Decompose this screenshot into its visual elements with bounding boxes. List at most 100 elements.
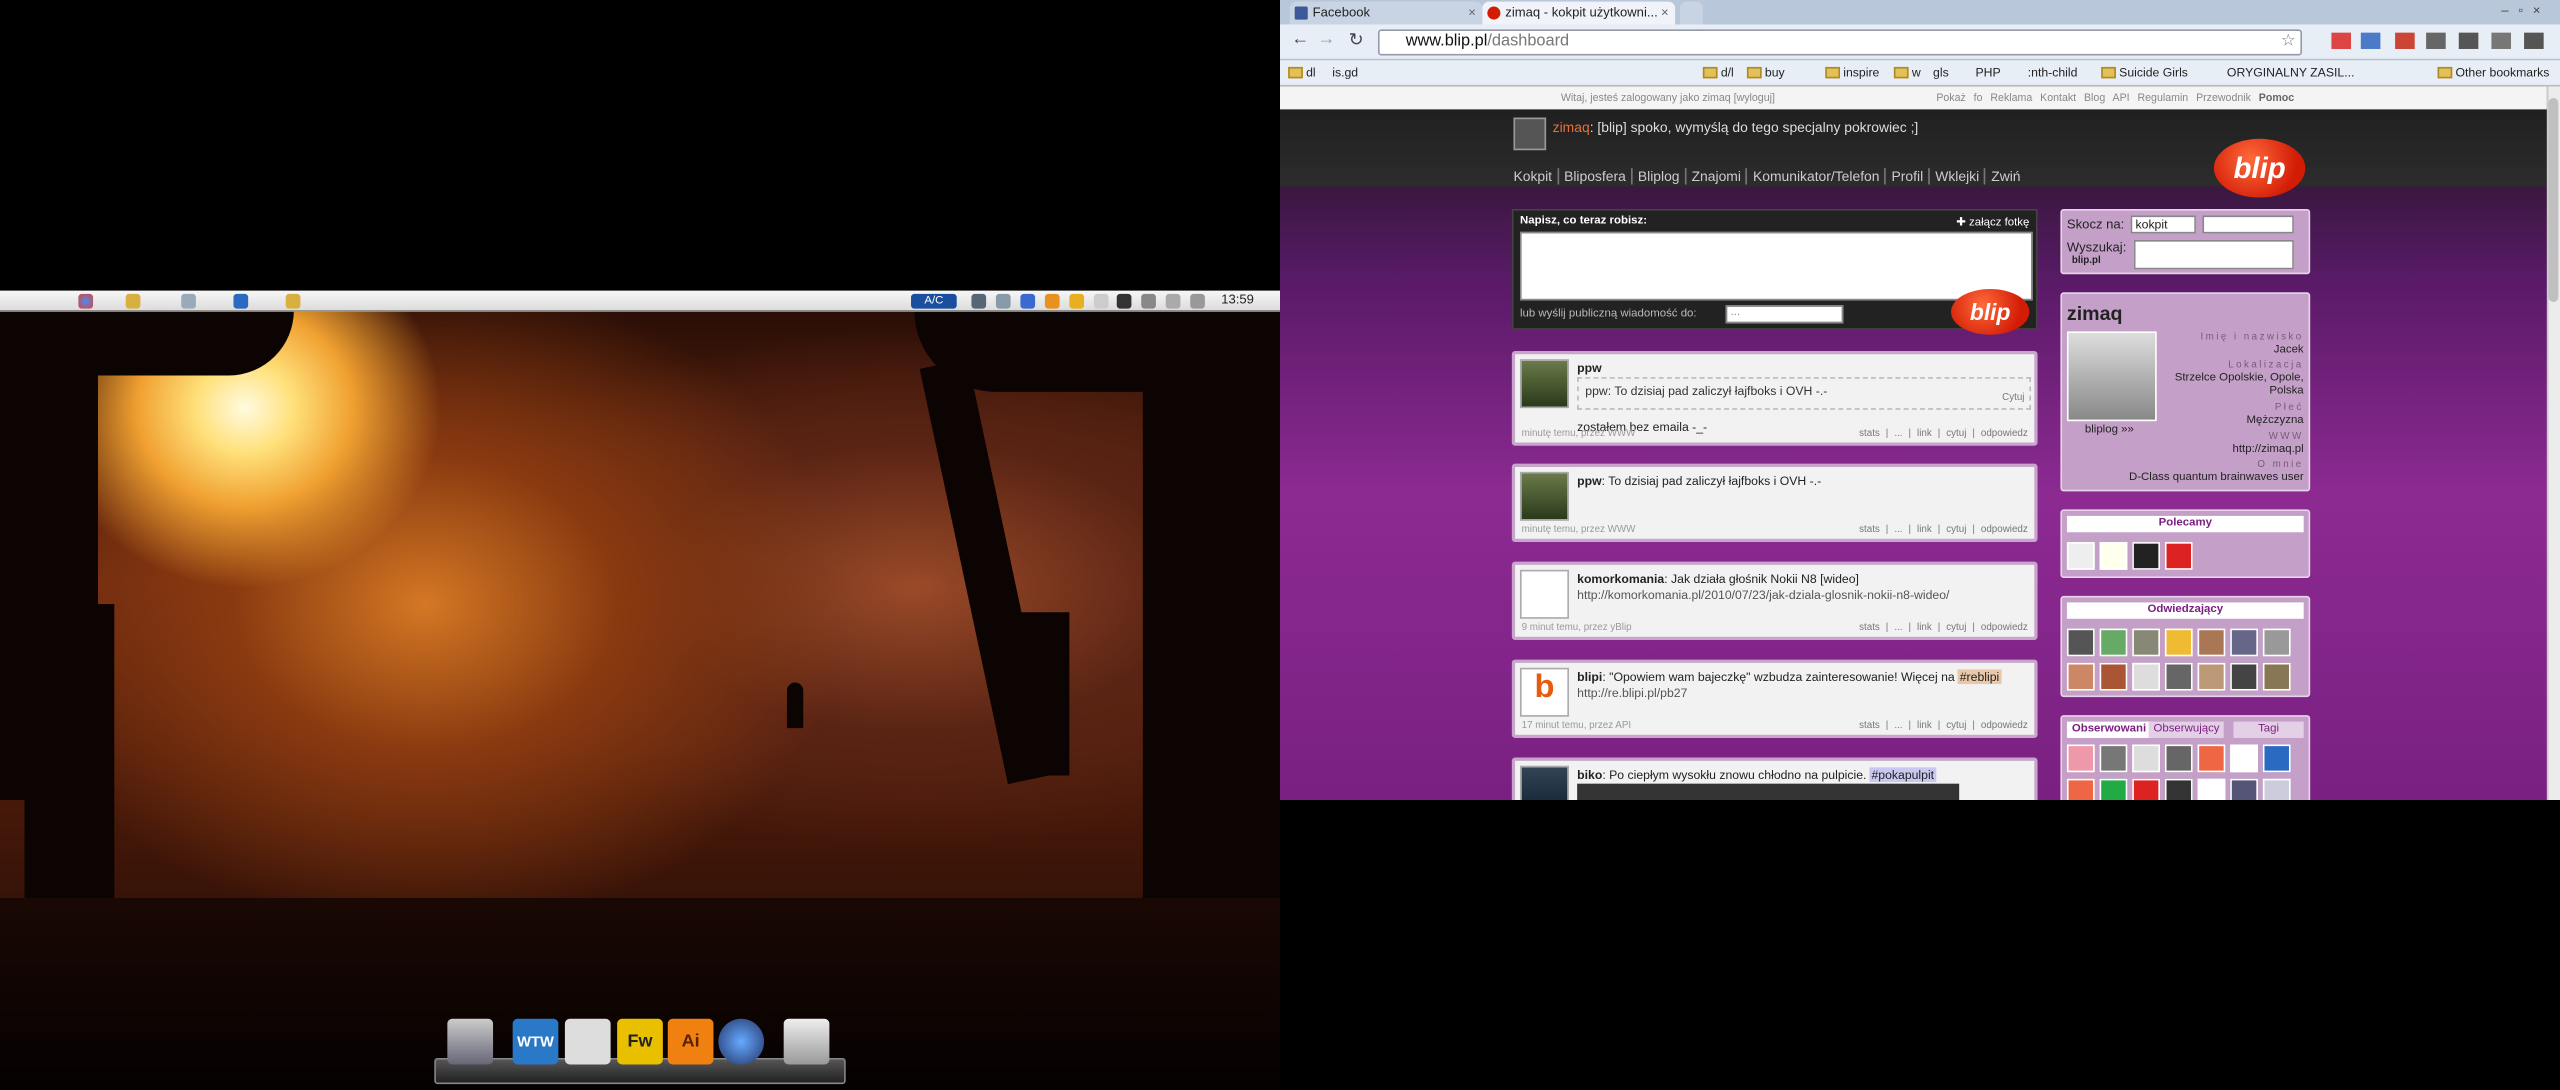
nav-komunikator[interactable]: Komunikator/Telefon <box>1752 168 1887 184</box>
other-bookmarks[interactable]: Other bookmarks <box>2437 65 2549 80</box>
recommended-thumb[interactable] <box>2066 542 2095 570</box>
settings-icon[interactable] <box>995 293 1011 309</box>
bookmark-oryginalny[interactable]: ORYGINALNY ZASIL... <box>2227 65 2354 80</box>
avatar[interactable] <box>1519 471 1569 521</box>
following-avatar[interactable] <box>2066 744 2095 773</box>
extension-icon[interactable] <box>2360 32 2381 49</box>
address-bar[interactable]: www.blip.pl/dashboard ☆ <box>1377 29 2303 56</box>
visitor-avatar[interactable] <box>2164 628 2193 657</box>
following-avatar[interactable] <box>2197 744 2226 773</box>
top-link[interactable]: Pokaż fo <box>1936 93 1982 104</box>
fireworks-icon[interactable]: Fw <box>617 1018 663 1065</box>
illustrator-icon[interactable]: Ai <box>667 1018 714 1065</box>
nav-znajomi[interactable]: Znajomi <box>1691 168 1748 184</box>
following-avatar[interactable] <box>2099 778 2128 800</box>
post-actions[interactable]: stats | ... | link | cytuj | odpowiedz <box>1859 429 2028 439</box>
bookmark-w[interactable]: w <box>1893 65 1921 80</box>
top-link[interactable]: Regulamin <box>2137 93 2188 104</box>
profile-photo[interactable] <box>2066 331 2157 422</box>
following-avatar[interactable] <box>2132 778 2160 800</box>
post-link[interactable]: http://komorkomania.pl/2010/07/23/jak-dz… <box>1577 588 1949 603</box>
tab-followers[interactable]: Obserwujący <box>2148 721 2225 738</box>
nav-profil[interactable]: Profil <box>1891 168 1930 184</box>
computer-icon[interactable] <box>447 1018 494 1065</box>
gmail-icon[interactable] <box>2331 32 2352 49</box>
page-menu-icon[interactable] <box>2491 32 2512 49</box>
close-icon[interactable]: × <box>1661 2 1669 23</box>
bookmark-isgd[interactable]: is.gd <box>1332 65 1358 80</box>
network-icon[interactable] <box>971 293 987 309</box>
avatar[interactable]: b <box>1519 667 1569 717</box>
top-link[interactable]: Przewodnik <box>2196 93 2251 104</box>
post-actions[interactable]: stats | ... | link | cytuj | odpowiedz <box>1859 722 2028 732</box>
following-avatar[interactable] <box>2099 744 2128 773</box>
search-input[interactable] <box>2133 239 2294 270</box>
scrollbar-thumb[interactable] <box>2548 97 2559 303</box>
visitor-avatar[interactable] <box>2262 628 2291 657</box>
chrome-icon[interactable] <box>78 293 94 309</box>
status-user[interactable]: zimaq <box>1553 119 1590 135</box>
tab-tags[interactable]: Tagi <box>2233 721 2304 738</box>
star-icon[interactable]: ☆ <box>2281 31 2296 54</box>
tab-following[interactable]: Obserwowani <box>2066 721 2152 738</box>
trash-icon[interactable] <box>783 1018 830 1065</box>
bookmark-gls[interactable]: gls <box>1933 65 1949 80</box>
top-link[interactable]: Reklama <box>1990 93 2032 104</box>
following-avatar[interactable] <box>2230 744 2258 773</box>
visitor-avatar[interactable] <box>2099 628 2128 657</box>
window-controls[interactable]: –▫× <box>2501 3 2550 18</box>
bookmark-buy[interactable]: buy <box>1746 65 1785 80</box>
avatar[interactable] <box>1513 117 1547 151</box>
bluetooth-icon[interactable] <box>1020 293 1036 309</box>
reload-icon[interactable]: ↻ <box>1349 29 1364 51</box>
tab-blip[interactable]: zimaq - kokpit użytkowni... × <box>1482 1 1676 25</box>
post-user[interactable]: biko <box>1577 767 1602 782</box>
new-tab-button[interactable] <box>1679 1 1703 25</box>
top-link[interactable]: Kontakt <box>2040 93 2076 104</box>
nav-bliposfera[interactable]: Bliposfera <box>1564 168 1633 184</box>
jump-select[interactable]: kokpit <box>2130 215 2196 234</box>
tab-facebook[interactable]: Facebook × <box>1289 1 1483 25</box>
visitor-avatar[interactable] <box>2197 662 2226 691</box>
top-link[interactable]: Blog <box>2084 93 2105 104</box>
cloud-icon[interactable] <box>1093 293 1109 309</box>
nav-bliplog[interactable]: Bliplog <box>1637 168 1687 184</box>
recommended-thumb[interactable] <box>2164 542 2193 570</box>
post-user[interactable]: blipi <box>1577 669 1602 684</box>
word-icon[interactable] <box>233 293 249 309</box>
post-user[interactable]: komorkomania <box>1577 571 1664 586</box>
signal-icon[interactable] <box>1165 293 1181 309</box>
bookmark-dl[interactable]: dl <box>1288 65 1316 80</box>
folder-icon[interactable] <box>125 293 141 309</box>
update-icon[interactable] <box>1044 293 1060 309</box>
bookmark-inspire[interactable]: inspire <box>1825 65 1879 80</box>
panel-clock[interactable]: 13:59 <box>1221 292 1254 307</box>
volume-icon[interactable] <box>1190 293 1205 309</box>
send-blip-button[interactable]: blip <box>1951 288 2030 335</box>
sync-icon[interactable] <box>1069 293 1085 309</box>
recommended-thumb[interactable] <box>2132 542 2160 570</box>
close-icon[interactable]: × <box>1468 2 1476 23</box>
post-tag[interactable]: #reblipi <box>1958 669 2001 685</box>
thunderbird-icon[interactable] <box>718 1018 765 1065</box>
help-link[interactable]: Pomoc <box>2259 93 2294 104</box>
post-link[interactable]: http://re.blipi.pl/pb27 <box>1577 686 1687 701</box>
visitor-avatar[interactable] <box>2230 662 2258 691</box>
following-avatar[interactable] <box>2164 744 2193 773</box>
following-avatar[interactable] <box>2262 778 2291 800</box>
bliplog-link[interactable]: bliplog »» <box>2085 424 2134 435</box>
recipient-select[interactable]: ... <box>1725 305 1844 324</box>
welcome-text[interactable]: Witaj, jesteś zalogowany jako zimaq [wyl… <box>1561 93 1775 104</box>
following-avatar[interactable] <box>2197 778 2226 800</box>
nav-wklejki[interactable]: Wklejki <box>1935 168 1986 184</box>
blip-logo[interactable]: blip <box>2213 138 2306 198</box>
avatar[interactable] <box>1519 569 1569 619</box>
bookmark-php[interactable]: PHP <box>1976 65 2001 80</box>
extension-icon[interactable] <box>2458 32 2479 49</box>
nav-zwin[interactable]: Zwiń <box>1991 168 2025 184</box>
visitor-avatar[interactable] <box>2164 662 2193 691</box>
post-user[interactable]: ppw <box>1577 361 1601 376</box>
keyboard-indicator[interactable]: A/C <box>911 293 957 309</box>
jump-input[interactable] <box>2202 215 2294 234</box>
bookmark-dl2[interactable]: d/l <box>1702 65 1734 80</box>
